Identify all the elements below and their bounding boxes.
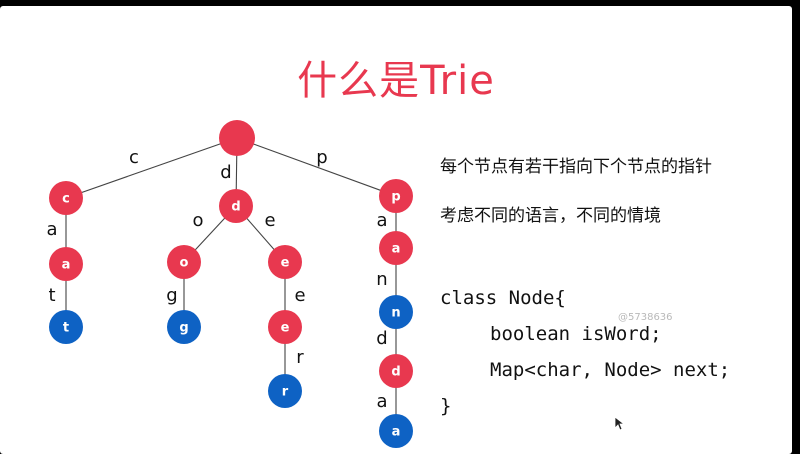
- trie-node-label: t: [63, 321, 69, 336]
- trie-node-label: e: [281, 321, 290, 336]
- trie-node-pand: d: [379, 354, 413, 388]
- trie-edge-label: d: [220, 162, 231, 183]
- trie-edge-label: o: [192, 210, 203, 231]
- trie-node-deer: r: [268, 374, 302, 408]
- watermark: @5738636: [618, 312, 673, 323]
- trie-node-label: e: [281, 256, 290, 271]
- trie-edge-label: e: [294, 285, 305, 306]
- trie-node-de: e: [268, 245, 302, 279]
- trie-node-label: a: [62, 258, 71, 273]
- trie-node-panda: a: [379, 414, 413, 448]
- mouse-cursor-icon: [614, 416, 624, 431]
- trie-edge-label: d: [376, 328, 387, 349]
- trie-node-label: n: [391, 306, 400, 321]
- trie-node-p: p: [379, 179, 413, 213]
- code-line-close: }: [440, 395, 452, 417]
- trie-node-label: d: [391, 365, 400, 380]
- trie-node-c: c: [49, 181, 83, 215]
- trie-edge-label: g: [166, 285, 177, 306]
- trie-edge-root-c: [65, 137, 238, 199]
- trie-node-dee: e: [268, 310, 302, 344]
- code-line-class: class Node{: [440, 287, 566, 309]
- trie-node-cat: t: [49, 310, 83, 344]
- trie-edge-label: p: [316, 147, 327, 168]
- trie-node-label: p: [391, 190, 400, 205]
- trie-node-label: g: [179, 321, 188, 336]
- description-line-1: 每个节点有若干指向下个节点的指针: [440, 157, 712, 177]
- trie-edge-label: a: [376, 391, 387, 412]
- trie-node-d: d: [219, 189, 253, 223]
- trie-edge-label: n: [376, 269, 387, 290]
- code-line-next: Map<char, Node> next;: [490, 359, 731, 381]
- trie-edge-label: r: [296, 347, 304, 368]
- trie-node-do: o: [167, 245, 201, 279]
- trie-edge-label: a: [376, 210, 387, 231]
- trie-node-label: o: [180, 256, 189, 271]
- description-line-2: 考虑不同的语言，不同的情境: [440, 206, 661, 226]
- slide: 什么是Trie catdogeerpandacatdogeerpanda 每个节…: [0, 6, 792, 454]
- trie-edge-label: t: [48, 285, 55, 306]
- trie-node-label: a: [392, 242, 401, 257]
- code-line-isword: boolean isWord;: [490, 323, 662, 345]
- trie-edge-label: c: [129, 147, 139, 168]
- trie-edge-label: a: [46, 219, 57, 240]
- trie-node-root: [219, 120, 255, 156]
- trie-node-label: c: [62, 192, 70, 207]
- trie-edge-label: e: [264, 210, 275, 231]
- trie-node-label: a: [392, 425, 401, 440]
- trie-node-label: r: [282, 385, 289, 400]
- trie-node-ca: a: [49, 247, 83, 281]
- trie-node-pan: n: [379, 295, 413, 329]
- trie-node-label: d: [231, 200, 240, 215]
- trie-diagram: catdogeerpandacatdogeerpanda: [46, 120, 413, 448]
- trie-node-pa: a: [379, 231, 413, 265]
- trie-node-dog: g: [167, 310, 201, 344]
